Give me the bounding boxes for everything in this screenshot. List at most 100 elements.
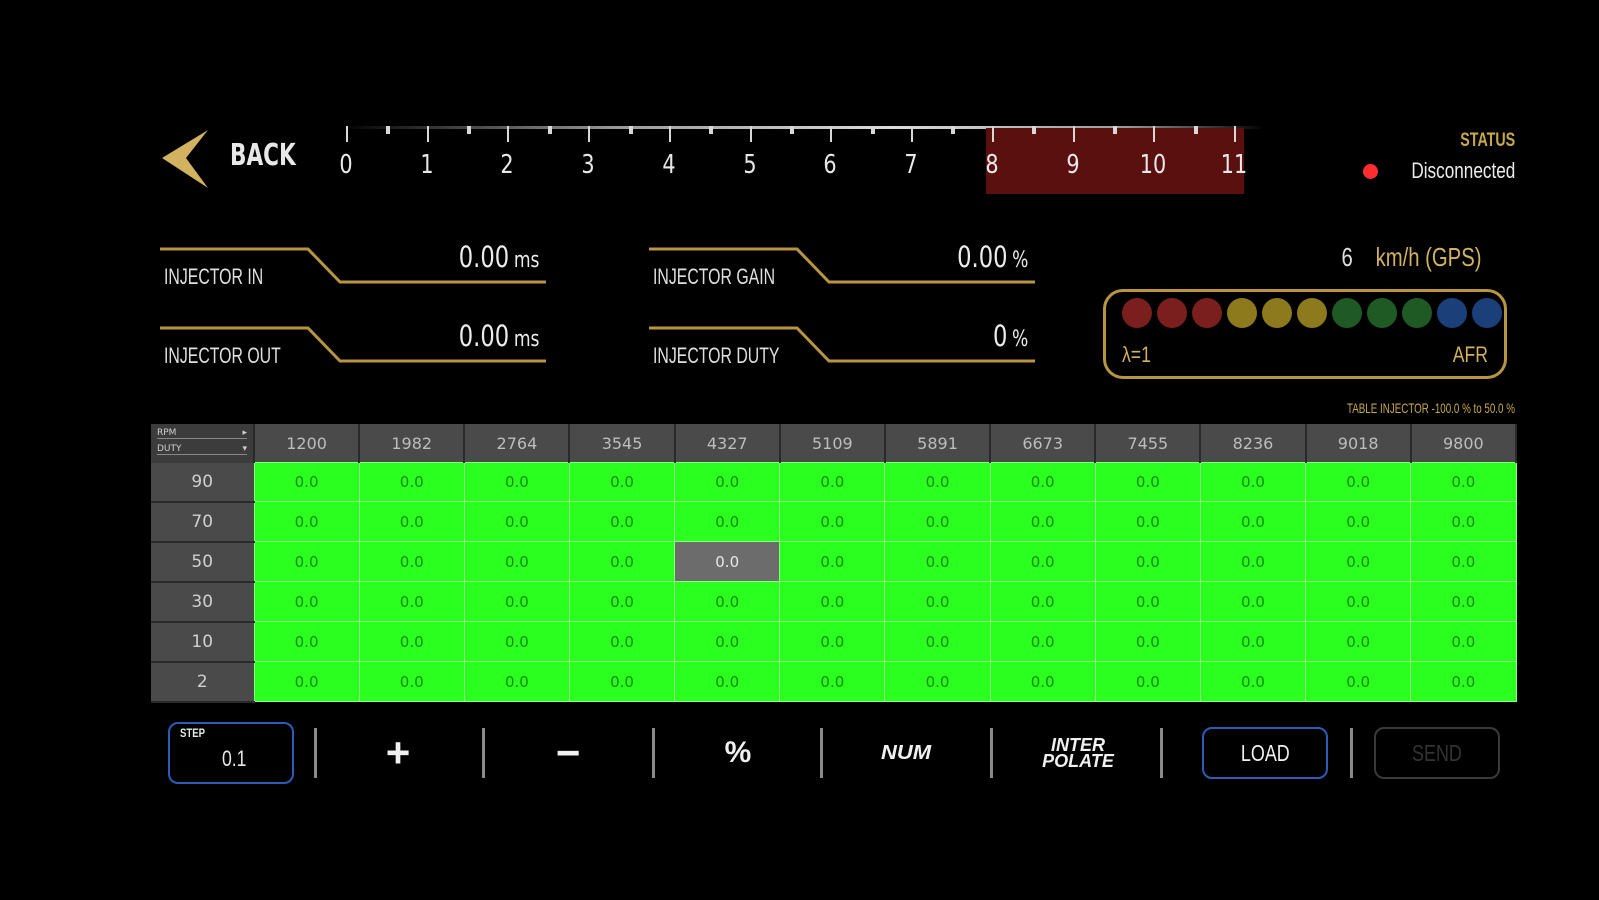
duty-row-header: 2	[151, 661, 254, 703]
table-cell[interactable]: 0.0	[989, 462, 1096, 502]
table-cell[interactable]: 0.0	[1410, 501, 1517, 542]
back-button[interactable]: BACK	[152, 122, 312, 194]
table-cell[interactable]: 0.0	[989, 501, 1096, 542]
table-cell[interactable]: 0.0	[1410, 581, 1517, 622]
table-cell[interactable]: 0.0	[463, 621, 570, 662]
injector-gain-label: INJECTOR GAIN	[653, 264, 776, 289]
table-cell[interactable]: 0.0	[358, 581, 465, 622]
table-cell[interactable]: 0.0	[568, 501, 676, 542]
table-cell[interactable]: 0.0	[1305, 581, 1412, 622]
table-cell[interactable]: 0.0	[779, 462, 886, 502]
table-cell[interactable]: 0.0	[1094, 621, 1201, 662]
table-cell[interactable]: 0.0	[253, 581, 360, 622]
table-cell[interactable]: 0.0	[674, 621, 781, 662]
afr-indicator-dot	[1402, 298, 1432, 328]
decrement-button[interactable]: −	[518, 722, 618, 784]
table-cell[interactable]: 0.0	[1199, 661, 1307, 702]
table-cell[interactable]: 0.0	[1199, 462, 1307, 502]
table-cell[interactable]: 0.0	[884, 661, 991, 702]
corner-duty-label: DUTY	[157, 444, 182, 454]
table-cell[interactable]: 0.0	[884, 621, 991, 662]
table-corner: RPM ▸ DUTY ▾	[151, 424, 255, 463]
table-cell[interactable]: 0.0	[568, 462, 676, 502]
table-cell[interactable]: 0.0	[779, 581, 886, 622]
table-cell[interactable]: 0.0	[1305, 661, 1412, 702]
table-cell[interactable]: 0.0	[358, 541, 465, 582]
table-cell[interactable]: 0.0	[1199, 501, 1307, 542]
table-cell[interactable]: 0.0	[1094, 462, 1201, 502]
table-cell[interactable]: 0.0	[358, 501, 465, 542]
table-cell[interactable]: 0.0	[1094, 661, 1201, 702]
table-cell[interactable]: 0.0	[253, 541, 360, 582]
table-cell[interactable]: 0.0	[1410, 462, 1517, 502]
table-cell[interactable]: 0.0	[1305, 541, 1412, 582]
toolbar-divider	[1350, 728, 1353, 778]
table-cell[interactable]: 0.0	[1410, 621, 1517, 662]
table-cell[interactable]: 0.0	[1199, 581, 1307, 622]
table-cell[interactable]: 0.0	[1094, 541, 1201, 582]
step-button[interactable]: STEP 0.1	[168, 722, 294, 784]
table-cell[interactable]: 0.0	[1094, 581, 1201, 622]
table-cell[interactable]: 0.0	[253, 661, 360, 702]
injector-gain-readout: INJECTOR GAIN 0.00%	[647, 240, 1035, 292]
table-cell[interactable]: 0.0	[1305, 501, 1412, 542]
interpolate-button[interactable]: INTER POLATE	[1026, 722, 1130, 784]
afr-indicator-dot	[1227, 298, 1257, 328]
gauge-tick-label: 1	[420, 150, 434, 180]
table-cell[interactable]: 0.0	[358, 621, 465, 662]
table-cell[interactable]: 0.0	[463, 661, 570, 702]
table-cell[interactable]: 0.0	[674, 501, 781, 542]
table-cell[interactable]: 0.0	[779, 501, 886, 542]
table-cell[interactable]: 0.0	[568, 581, 676, 622]
load-button[interactable]: LOAD	[1202, 727, 1328, 779]
injector-duty-readout: INJECTOR DUTY 0%	[647, 319, 1035, 371]
rpm-column-header: 1982	[359, 424, 466, 463]
injector-in-readout: INJECTOR IN 0.00 ms	[158, 240, 546, 292]
table-cell[interactable]: 0.0	[884, 462, 991, 502]
toolbar-divider	[820, 728, 823, 778]
table-cell[interactable]: 0.0	[989, 661, 1096, 702]
table-cell[interactable]: 0.0	[568, 621, 676, 662]
table-cell[interactable]: 0.0	[358, 462, 465, 502]
table-cell[interactable]: 0.0	[989, 541, 1096, 582]
table-cell[interactable]: 0.0	[674, 581, 781, 622]
table-cell[interactable]: 0.0	[779, 661, 886, 702]
table-cell[interactable]: 0.0	[989, 621, 1096, 662]
gauge-minor-tick	[790, 126, 794, 134]
table-cell[interactable]: 0.0	[358, 661, 465, 702]
table-cell[interactable]: 0.0	[568, 661, 676, 702]
table-cell[interactable]: 0.0	[989, 581, 1096, 622]
chevron-right-icon: ▸	[242, 428, 247, 438]
num-button[interactable]: NUM	[851, 722, 961, 784]
table-cell[interactable]: 0.0	[1305, 462, 1412, 502]
table-cell[interactable]: 0.0	[253, 621, 360, 662]
table-cell[interactable]: 0.0	[1410, 661, 1517, 702]
table-cell[interactable]: 0.0	[884, 581, 991, 622]
duty-row-header: 70	[151, 501, 254, 543]
table-cell[interactable]: 0.0	[674, 661, 781, 702]
table-cell[interactable]: 0.0	[884, 501, 991, 542]
interpolate-label-line2: POLATE	[1042, 751, 1114, 771]
table-cell[interactable]: 0.0	[779, 621, 886, 662]
gauge-major-tick	[507, 126, 510, 142]
table-cell[interactable]: 0.0	[1199, 621, 1307, 662]
table-cell[interactable]: 0.0	[674, 462, 781, 502]
table-cell[interactable]: 0.0	[1094, 501, 1201, 542]
table-cell[interactable]: 0.0	[1199, 541, 1307, 582]
increment-button[interactable]: +	[348, 722, 448, 784]
table-cell[interactable]: 0.0	[253, 462, 360, 502]
table-cell[interactable]: 0.0	[463, 462, 570, 502]
table-cell[interactable]: 0.0	[779, 541, 886, 582]
table-cell-selected[interactable]: 0.0	[674, 541, 781, 582]
table-cell[interactable]: 0.0	[463, 501, 570, 542]
table-cell[interactable]: 0.0	[1305, 621, 1412, 662]
send-button[interactable]: SEND	[1374, 727, 1500, 779]
injector-table: RPM ▸ DUTY ▾ 1200 1982 2764 3545 4327 5109 5891 6…	[151, 424, 1518, 703]
table-cell[interactable]: 0.0	[463, 581, 570, 622]
percent-button[interactable]: %	[688, 722, 788, 784]
table-cell[interactable]: 0.0	[253, 501, 360, 542]
table-cell[interactable]: 0.0	[884, 541, 991, 582]
table-cell[interactable]: 0.0	[568, 541, 676, 582]
table-cell[interactable]: 0.0	[1410, 541, 1517, 582]
table-cell[interactable]: 0.0	[463, 541, 570, 582]
